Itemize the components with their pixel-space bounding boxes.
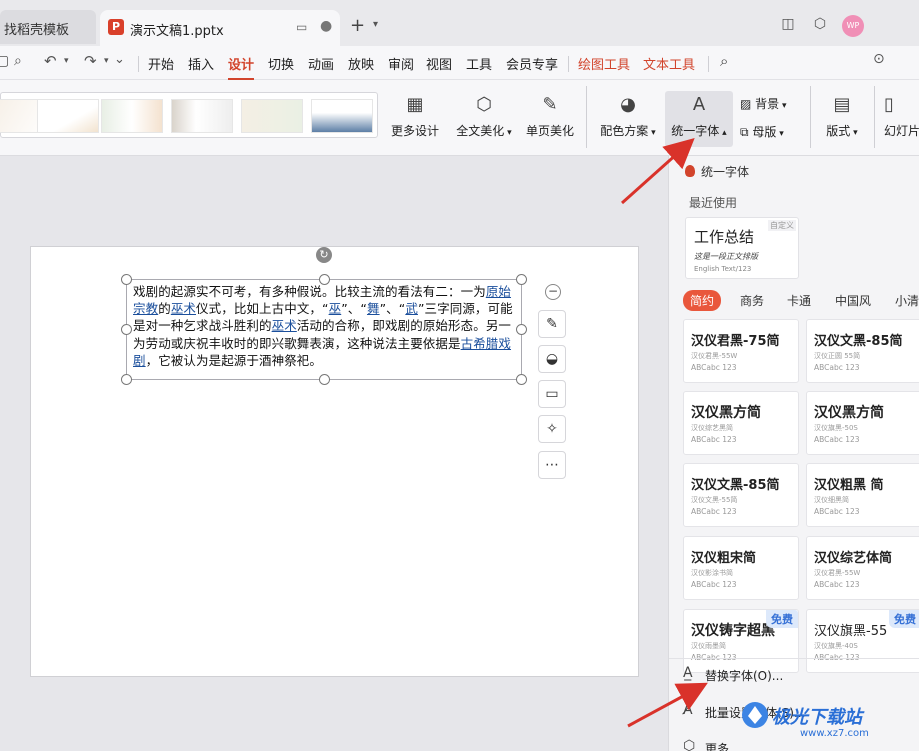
annotation-arrows xyxy=(621,138,708,728)
arrow-to-unify-font xyxy=(621,138,695,205)
watermark-text: 极光下载站 xyxy=(772,707,862,728)
watermark-url: www.xz7.com xyxy=(800,728,869,739)
arrow-to-replace-font xyxy=(627,682,708,728)
watermark-logo-icon xyxy=(742,702,768,728)
